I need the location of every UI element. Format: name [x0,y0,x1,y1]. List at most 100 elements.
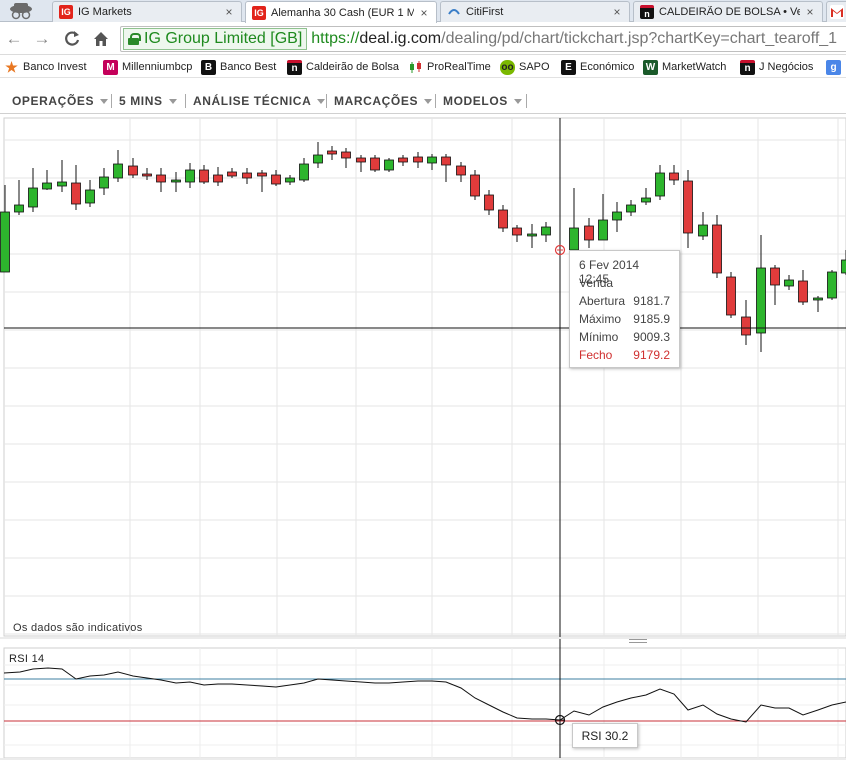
close-tab-icon[interactable]: × [418,6,430,20]
bookmark-millenniumbcp[interactable]: M Millenniumbcp [103,58,192,76]
candle-up [427,156,437,164]
bookmark-banco-invest[interactable]: ★ Banco Invest [4,58,87,76]
candle-up [784,279,794,287]
bookmark-banco-best[interactable]: B Banco Best [201,58,276,76]
candle-up [827,271,837,299]
candle-up [85,189,95,204]
chevron-down-icon [317,98,326,104]
candle-down [512,227,522,236]
tooltip-close-row: Fecho 9179.2 [579,348,670,364]
app-menu-bar: OPERAÇÕES 5 MINS ANÁLISE TÉCNICA MARCAÇÕ… [0,86,846,114]
url-scheme: https:// [311,30,360,47]
bookmark-label: SAPO [519,61,550,73]
chevron-down-icon [168,98,177,104]
menu-separator [326,94,327,108]
candle-up [612,211,622,221]
ig-favicon-icon: IG [59,5,73,19]
menu-operacoes[interactable]: OPERAÇÕES [12,93,109,109]
candle-up [0,211,10,273]
candle-up [113,163,123,179]
tooltip-date-row: 6 Fev 2014 12:45 [579,258,670,286]
candle-down [271,174,281,185]
back-arrow-icon[interactable]: ← [4,29,24,49]
candle-up [626,204,636,213]
bookmark-google[interactable]: g [826,58,845,76]
candle-up [42,182,52,190]
candle-up [28,187,38,208]
candle-up [384,159,394,171]
candle-up [99,176,109,189]
ev-certificate-badge[interactable]: IG Group Limited [GB] [123,28,308,50]
tooltip-side: Venda [579,276,614,290]
economico-icon: E [561,59,576,75]
bookmark-sapo[interactable]: oo SAPO [500,58,550,76]
close-tab-icon[interactable]: × [804,5,816,19]
candle-down [584,225,594,241]
bookmark-label: Banco Best [220,61,277,73]
menu-label: 5 MINS [119,94,163,108]
bookmark-economico[interactable]: E Económico [561,58,634,76]
forward-arrow-icon[interactable]: → [32,29,52,49]
candle-up [285,177,295,183]
reload-icon[interactable] [62,29,82,49]
tooltip-value: 9009.3 [633,330,670,344]
price-chart[interactable] [0,116,846,760]
tooltip-low-row: Mínimo 9009.3 [579,330,670,346]
chevron-down-icon [424,98,433,104]
bookmark-label: Económico [580,61,635,73]
tooltip-high-row: Máximo 9185.9 [579,312,670,328]
home-icon[interactable] [91,29,111,49]
bookmark-label: Banco Invest [23,61,87,73]
incognito-icon [10,3,32,20]
menu-marcacoes[interactable]: MARCAÇÕES [334,93,433,109]
candle-down [398,157,408,163]
tab-caldeirao-de-bolsa[interactable]: n CALDEIRÃO DE BOLSA • Ver × [633,1,823,22]
bookmark-label: ProRealTime [427,61,491,73]
bookmark-marketwatch[interactable]: W MarketWatch [643,58,726,76]
menu-label: OPERAÇÕES [12,94,95,108]
close-tab-icon[interactable]: × [611,5,623,19]
bookmark-jornal-de-negocios[interactable]: n J Negócios [740,58,813,76]
tooltip-side-row: Venda [579,276,670,292]
chevron-down-icon [100,98,109,104]
bookmark-label: Caldeirão de Bolsa [306,61,399,73]
candlestick-series [0,142,846,352]
tooltip-open-row: Abertura 9181.7 [579,294,670,310]
address-bar[interactable]: IG Group Limited [GB] https://deal.ig.co… [120,26,846,52]
tab-citifirst[interactable]: CitiFirst × [440,1,630,22]
cert-label: IG Group Limited [GB] [144,30,303,47]
chevron-down-icon [513,98,522,104]
rsi-label: RSI 14 [9,653,45,665]
candle-down [227,171,237,177]
candle-down [71,182,81,205]
tab-alemanha-30-cash[interactable]: IG Alemanha 30 Cash (EUR 1 M × [245,1,437,23]
candle-down [484,194,494,211]
tab-gmail[interactable] [826,1,846,22]
menu-interval[interactable]: 5 MINS [119,93,177,109]
candle-down [213,174,223,183]
tab-label: CitiFirst [466,6,504,18]
candle-down [726,276,736,316]
tooltip-label: Máximo [579,312,622,326]
menu-label: MODELOS [443,94,508,108]
panel-splitter[interactable] [0,637,846,639]
menu-separator [185,94,186,108]
menu-analise-tecnica[interactable]: ANÁLISE TÉCNICA [193,93,326,109]
n-icon: n [287,59,302,75]
drag-handle-icon[interactable] [629,639,647,645]
candle-down [242,172,252,179]
candle-down [441,156,451,166]
browser-toolbar: ← → IG Group Limited [GB] https://deal.i… [0,23,846,55]
candle-up [57,181,67,187]
menu-label: MARCAÇÕES [334,94,419,108]
bookmark-caldeirao-de-bolsa[interactable]: n Caldeirão de Bolsa [287,58,399,76]
candle-up [813,297,823,301]
menu-separator [526,94,527,108]
candle-up [641,197,651,203]
close-tab-icon[interactable]: × [223,5,235,19]
menu-separator [435,94,436,108]
menu-modelos[interactable]: MODELOS [443,93,522,109]
bookmark-prorealtime[interactable]: ProRealTime [408,58,491,76]
tab-ig-markets[interactable]: IG IG Markets × [52,1,242,22]
tab-label: IG Markets [78,6,132,18]
